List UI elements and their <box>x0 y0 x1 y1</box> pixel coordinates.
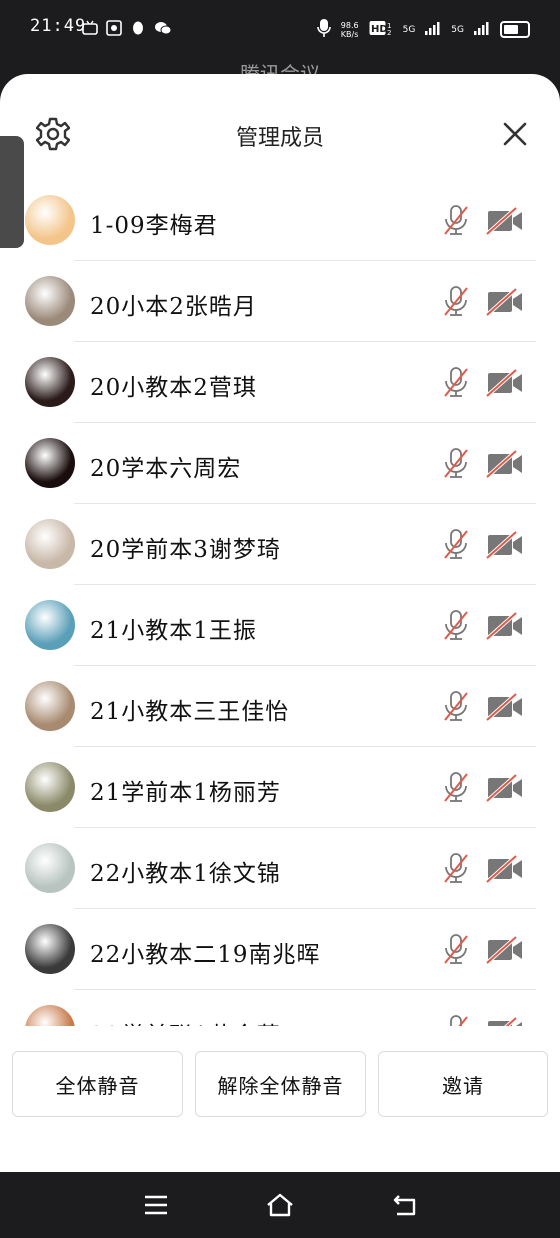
camera-off-icon[interactable] <box>485 449 524 479</box>
qq-icon <box>130 20 146 36</box>
avatar[interactable] <box>25 924 75 974</box>
muted-microphone-icon[interactable] <box>442 447 470 479</box>
member-name: 1-09李梅君 <box>90 213 218 239</box>
clock: 21:49 <box>30 16 87 36</box>
network-type-1: 5G <box>402 24 416 35</box>
system-nav-bar <box>0 1172 560 1238</box>
avatar[interactable] <box>25 1005 75 1026</box>
member-name: 22学前联1黄金莲 <box>90 1016 281 1026</box>
camera-off-icon[interactable] <box>485 287 524 317</box>
muted-microphone-icon[interactable] <box>442 933 470 965</box>
camera-off-icon[interactable] <box>485 530 524 560</box>
camera-off-icon[interactable] <box>485 854 524 884</box>
member-row[interactable]: 21学前本1杨丽芳 <box>0 747 560 828</box>
avatar[interactable] <box>25 276 75 326</box>
unmute-all-button[interactable]: 解除全体静音 <box>195 1051 366 1117</box>
net-speed: 98.6 <box>340 20 359 30</box>
member-name: 20小本2张晧月 <box>90 294 257 320</box>
avatar[interactable] <box>25 681 75 731</box>
hd-icon: HD 1 2 <box>369 20 393 39</box>
member-name: 22小教本1徐文锦 <box>90 861 281 887</box>
member-row[interactable]: 22学前联1黄金莲 <box>0 990 560 1026</box>
camera-off-icon[interactable] <box>485 611 524 641</box>
member-row[interactable]: 22小教本二19南兆晖 <box>0 909 560 990</box>
camera-off-icon[interactable] <box>485 692 524 722</box>
avatar[interactable] <box>25 843 75 893</box>
member-name: 21学前本1杨丽芳 <box>90 780 281 806</box>
muted-microphone-icon[interactable] <box>442 852 470 884</box>
camera-off-icon[interactable] <box>485 935 524 965</box>
svg-text:2: 2 <box>387 29 391 36</box>
muted-microphone-icon[interactable] <box>442 366 470 398</box>
muted-microphone-icon[interactable] <box>442 204 470 236</box>
avatar[interactable] <box>25 762 75 812</box>
menu-icon[interactable] <box>141 1192 171 1218</box>
wechat-icon <box>154 20 172 36</box>
muted-microphone-icon[interactable] <box>442 771 470 803</box>
camera-off-icon[interactable] <box>486 1016 524 1026</box>
camera-off-icon[interactable] <box>485 368 524 398</box>
avatar[interactable] <box>25 195 75 245</box>
avatar[interactable] <box>25 357 75 407</box>
member-row[interactable]: 20小教本2菅琪 <box>0 342 560 423</box>
member-name: 21小教本三王佳怡 <box>90 699 290 725</box>
close-icon[interactable] <box>498 117 532 151</box>
camera-off-icon[interactable] <box>485 773 524 803</box>
member-name: 20小教本2菅琪 <box>90 375 257 401</box>
member-name: 20学前本3谢梦琦 <box>90 537 281 563</box>
status-bar: 21:49 98.6 KB/s HD 1 2 5G 5G <box>0 0 560 62</box>
invite-button[interactable]: 邀请 <box>378 1051 548 1117</box>
muted-microphone-icon[interactable] <box>442 528 470 560</box>
action-buttons: 全体静音 解除全体静音 邀请 <box>0 1051 560 1119</box>
member-row[interactable]: 20学前本3谢梦琦 <box>0 504 560 585</box>
svg-text:HD: HD <box>371 24 388 35</box>
microphone-icon <box>316 18 331 41</box>
avatar[interactable] <box>25 438 75 488</box>
avatar[interactable] <box>25 519 75 569</box>
home-icon[interactable] <box>265 1192 295 1218</box>
net-speed-unit: KB/s <box>340 29 359 39</box>
signal-icon-2 <box>474 21 490 38</box>
mute-all-button[interactable]: 全体静音 <box>12 1051 183 1117</box>
muted-microphone-icon[interactable] <box>442 609 470 641</box>
member-row[interactable]: 21小教本三王佳怡 <box>0 666 560 747</box>
member-name: 20学本六周宏 <box>90 456 242 482</box>
muted-microphone-icon[interactable] <box>442 690 470 722</box>
member-name: 21小教本1王振 <box>90 618 257 644</box>
page-title: 管理成员 <box>235 126 324 151</box>
muted-microphone-icon[interactable] <box>442 285 470 317</box>
muted-microphone-icon[interactable] <box>442 1014 470 1026</box>
signal-icon <box>425 21 441 38</box>
network-type-2: 5G <box>451 24 464 35</box>
member-row[interactable]: 21小教本1王振 <box>0 585 560 666</box>
bilibili-icon <box>82 20 98 36</box>
avatar[interactable] <box>25 600 75 650</box>
member-row[interactable]: 20小本2张晧月 <box>0 261 560 342</box>
member-row[interactable]: 1-09李梅君 <box>0 180 560 261</box>
back-icon[interactable] <box>390 1192 420 1218</box>
app-icon <box>106 20 122 36</box>
side-drawer-handle[interactable] <box>0 136 24 248</box>
battery-icon <box>500 21 530 38</box>
member-list[interactable]: 1-09李梅君 20小本2张晧月 20小教本2菅琪 20学本六周宏 20学前本3… <box>0 180 560 1026</box>
member-row[interactable]: 22小教本1徐文锦 <box>0 828 560 909</box>
member-row[interactable]: 20学本六周宏 <box>0 423 560 504</box>
member-name: 22小教本二19南兆晖 <box>90 942 321 968</box>
camera-off-icon[interactable] <box>485 206 524 236</box>
